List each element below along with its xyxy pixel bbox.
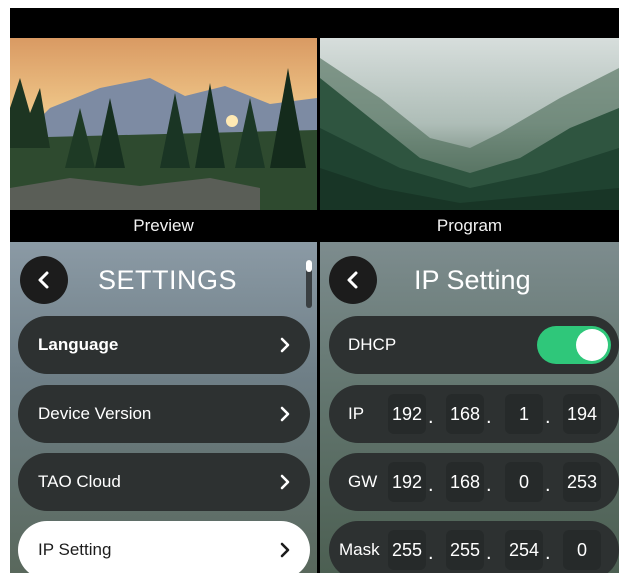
octet-separator: . [545, 406, 551, 428]
menu-item-tao-cloud[interactable]: TAO Cloud [18, 453, 310, 511]
dhcp-toggle[interactable] [537, 326, 611, 364]
octet-separator: . [428, 406, 434, 428]
gw-octet-3[interactable]: 0 [505, 462, 543, 502]
dhcp-row: DHCP [329, 316, 619, 374]
octet-separator: . [428, 474, 434, 496]
menu-item-device-version[interactable]: Device Version [18, 385, 310, 443]
program-image [320, 38, 619, 210]
settings-scrollbar-thumb[interactable] [306, 260, 312, 272]
mask-octet-3[interactable]: 254 [505, 530, 543, 570]
gw-octet-2[interactable]: 168 [446, 462, 484, 502]
chevron-left-icon [38, 271, 49, 289]
settings-panel: SETTINGS Language Device Version TAO Clo… [10, 242, 317, 573]
gw-row: GW 192 . 168 . 0 . 253 [329, 453, 619, 511]
program-label: Program [320, 210, 619, 242]
ip-octet-2[interactable]: 168 [446, 394, 484, 434]
preview-topbar [10, 8, 317, 38]
program-topbar [320, 8, 619, 38]
device-screen: Preview Program SETTINGS Language Device… [10, 8, 619, 573]
octet-separator: . [486, 542, 492, 564]
ip-setting-title: IP Setting [414, 265, 531, 295]
ip-label: IP [348, 404, 365, 423]
octet-separator: . [545, 542, 551, 564]
mask-octet-4[interactable]: 0 [563, 530, 601, 570]
chevron-right-icon [278, 405, 292, 423]
menu-item-label: Device Version [38, 404, 152, 423]
octet-separator: . [428, 542, 434, 564]
octet-separator: . [486, 474, 492, 496]
chevron-right-icon [278, 336, 292, 354]
gw-octet-1[interactable]: 192 [388, 462, 426, 502]
ip-octet-3[interactable]: 1 [505, 394, 543, 434]
mask-label: Mask [339, 540, 380, 559]
menu-item-ip-setting[interactable]: IP Setting [18, 521, 310, 573]
dhcp-label: DHCP [348, 335, 397, 354]
toggle-knob [576, 329, 608, 361]
ip-setting-back-button[interactable] [329, 256, 377, 304]
chevron-right-icon [278, 473, 292, 491]
settings-back-button[interactable] [20, 256, 68, 304]
octet-separator: . [545, 474, 551, 496]
ip-octet-4[interactable]: 194 [563, 394, 601, 434]
program-monitor: Program [320, 8, 619, 242]
menu-item-label: IP Setting [38, 540, 112, 559]
chevron-right-icon [278, 541, 292, 559]
menu-item-language[interactable]: Language [18, 316, 310, 374]
octet-separator: . [486, 406, 492, 428]
mask-octet-2[interactable]: 255 [446, 530, 484, 570]
preview-monitor: Preview [10, 8, 317, 242]
mask-row: Mask 255 . 255 . 254 . 0 [329, 521, 619, 573]
mask-octet-1[interactable]: 255 [388, 530, 426, 570]
ip-row: IP 192 . 168 . 1 . 194 [329, 385, 619, 443]
ip-setting-panel: IP Setting DHCP IP 192 . 168 . 1 . 194 G… [320, 242, 619, 573]
gw-label: GW [348, 472, 378, 491]
preview-label: Preview [10, 210, 317, 242]
menu-item-label: Language [38, 335, 119, 354]
chevron-left-icon [347, 271, 358, 289]
ip-octet-1[interactable]: 192 [388, 394, 426, 434]
preview-image [10, 38, 317, 210]
menu-item-label: TAO Cloud [38, 472, 121, 491]
settings-title: SETTINGS [98, 265, 238, 295]
gw-octet-4[interactable]: 253 [563, 462, 601, 502]
